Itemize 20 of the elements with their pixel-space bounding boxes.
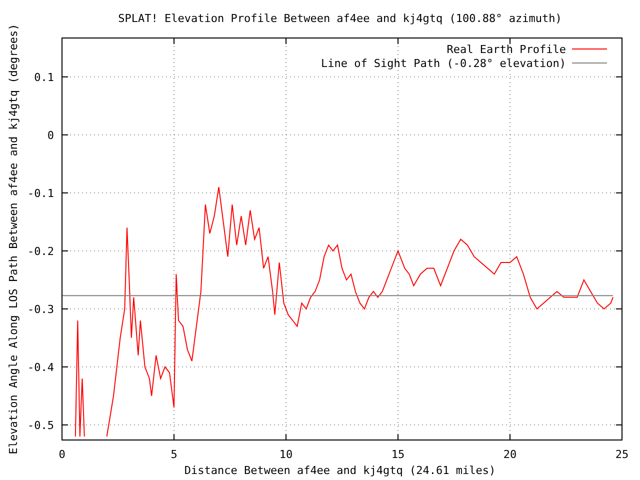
y-tick-label: -0.4 [28, 360, 54, 374]
x-axis-label: Distance Between af4ee and kj4gtq (24.61 miles) [184, 464, 496, 477]
x-tick-label: 5 [170, 448, 178, 461]
x-tick-label: 20 [503, 448, 517, 461]
y-tick-label: 0.1 [34, 70, 54, 84]
legend-line-sample [572, 62, 608, 64]
legend-label: Real Earth Profile [446, 43, 566, 56]
legend-label: Line of Sight Path (-0.28° elevation) [320, 57, 566, 70]
chart-title: SPLAT! Elevation Profile Between af4ee and kj4gtq (100.88° azimuth) [118, 12, 562, 25]
x-tick-label: 15 [391, 448, 405, 461]
x-tick-label: 25 [615, 448, 629, 461]
legend-line-sample [572, 48, 608, 50]
y-tick-label: 0 [47, 128, 54, 142]
x-tick-label: 10 [279, 448, 293, 461]
x-tick-label: 0 [58, 448, 66, 461]
y-axis-label: Elevation Angle Along LOS Path Between af4ee and kj4gtq (degrees) [7, 24, 20, 454]
y-tick-label: -0.2 [28, 244, 54, 258]
y-tick-label: -0.3 [28, 302, 54, 316]
y-tick-label: -0.5 [28, 418, 54, 432]
y-tick-label: -0.1 [28, 186, 54, 200]
